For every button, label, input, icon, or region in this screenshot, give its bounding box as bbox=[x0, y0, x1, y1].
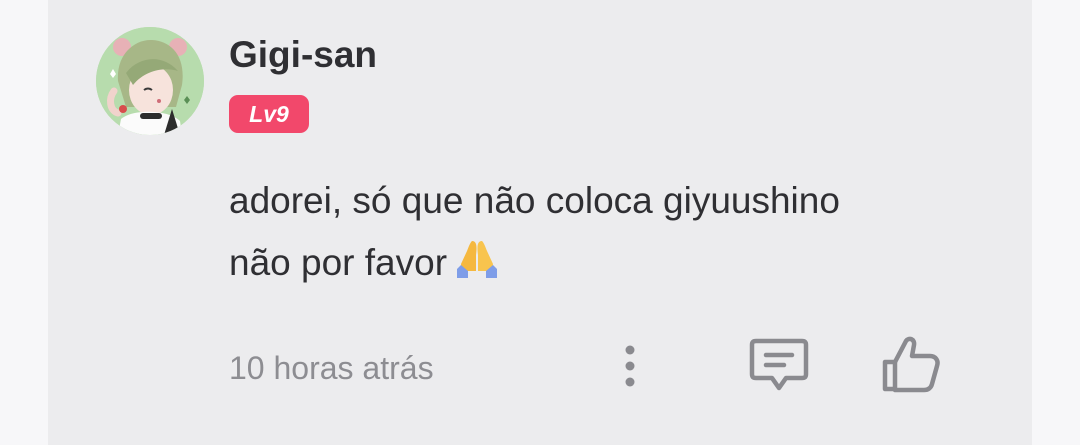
comment-text-line-2-text: não por favor bbox=[229, 242, 448, 283]
more-options-button[interactable] bbox=[614, 340, 646, 394]
thumbs-up-icon bbox=[882, 336, 940, 393]
comment-text: adorei, só que não coloca giyuushino não… bbox=[229, 170, 989, 300]
comment-text-line-1: adorei, só que não coloca giyuushino bbox=[229, 180, 840, 221]
like-button[interactable] bbox=[880, 334, 944, 394]
username[interactable]: Gigi-san bbox=[229, 35, 377, 75]
folded-hands-icon bbox=[455, 237, 499, 300]
comment-card: Gigi-san Lv9 adorei, só que não coloca g… bbox=[48, 0, 1032, 445]
more-options-icon bbox=[625, 345, 635, 387]
reply-button[interactable] bbox=[748, 336, 810, 394]
comment-timestamp: 10 horas atrás bbox=[229, 350, 434, 386]
user-avatar[interactable] bbox=[96, 27, 204, 135]
level-badge: Lv9 bbox=[229, 95, 309, 133]
reply-comment-icon bbox=[749, 338, 809, 391]
avatar-image bbox=[96, 27, 204, 135]
comment-text-line-2: não por favor bbox=[229, 232, 989, 300]
